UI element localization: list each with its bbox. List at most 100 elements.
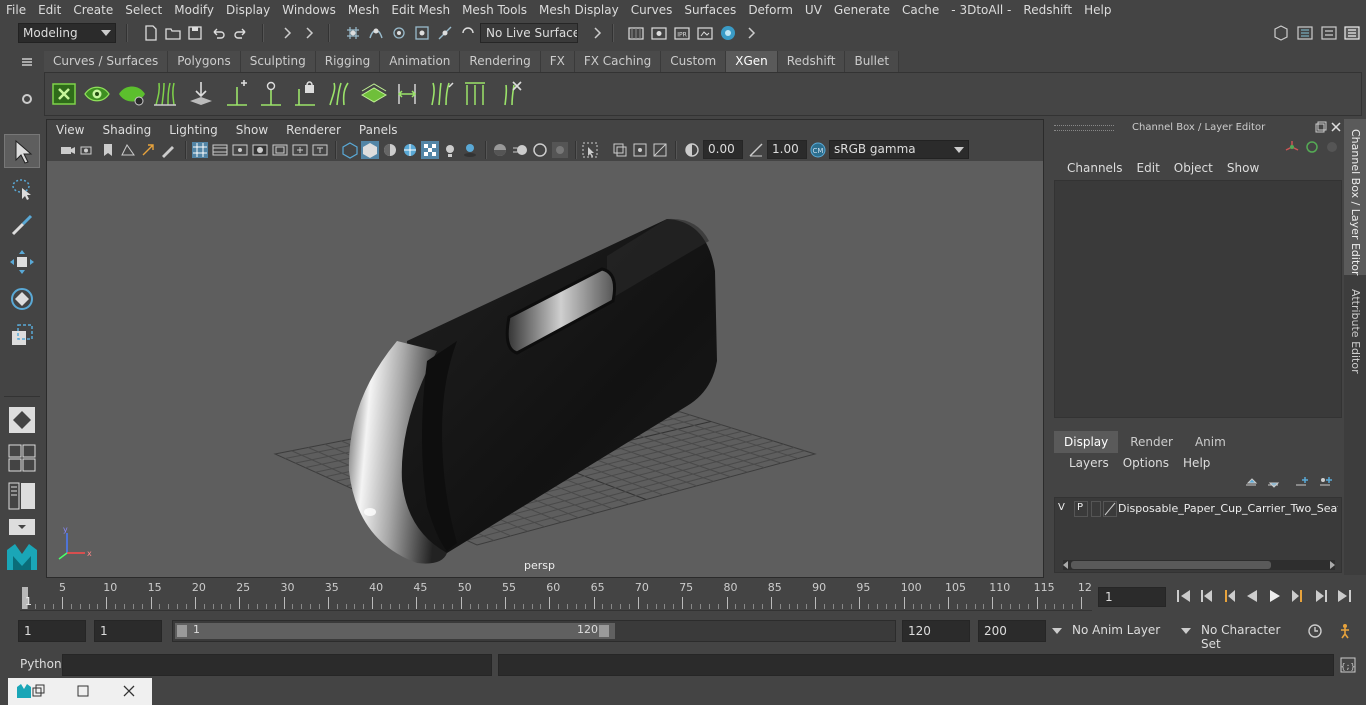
speed-icon[interactable] xyxy=(1304,139,1320,155)
panel-menu-item[interactable]: Shading xyxy=(93,123,160,137)
script-language-label[interactable]: Python xyxy=(20,657,62,671)
toggle-attribute-editor-icon[interactable] xyxy=(1296,24,1314,42)
rotate-tool-icon[interactable] xyxy=(9,286,35,312)
wireframe-icon[interactable] xyxy=(341,141,359,159)
layer-menu-item[interactable]: Layers xyxy=(1062,456,1116,470)
anti-aliasing-icon[interactable] xyxy=(531,141,549,159)
side-tab-attribute-editor[interactable]: Attribute Editor xyxy=(1349,289,1362,374)
redo-icon[interactable] xyxy=(232,24,250,42)
snap-view-plane-icon[interactable] xyxy=(413,24,431,42)
workspace-icon[interactable] xyxy=(1272,24,1290,42)
snap-live-icon[interactable] xyxy=(436,24,454,42)
menu-item[interactable]: Surfaces xyxy=(678,3,742,17)
layer-menu-item[interactable]: Options xyxy=(1116,456,1176,470)
menu-item[interactable]: Select xyxy=(119,3,168,17)
scale-tool-icon[interactable] xyxy=(9,322,35,348)
menu-item[interactable]: Mesh xyxy=(342,3,386,17)
layer-visibility-toggle[interactable]: V xyxy=(1058,502,1070,516)
menu-item[interactable]: Cache xyxy=(896,3,945,17)
xgen-add-guide-icon[interactable] xyxy=(223,79,251,109)
range-slider-handle-bar[interactable]: 1 120 xyxy=(175,623,615,639)
restore-window-icon[interactable] xyxy=(32,684,46,698)
shelf-tab[interactable]: XGen xyxy=(726,51,778,72)
outliner-layout-icon[interactable] xyxy=(8,518,36,536)
time-slider-track[interactable]: 5 10 15 20 25 30 35 40 45 50 55 60 65 70 75 80 85 90 95 100… xyxy=(20,579,1092,611)
exposure-icon[interactable] xyxy=(683,141,701,159)
snap-grid-icon[interactable] xyxy=(344,24,362,42)
select-camera-icon[interactable] xyxy=(59,141,77,159)
wireframe-on-shaded-icon[interactable] xyxy=(401,141,419,159)
open-scene-icon[interactable] xyxy=(164,24,182,42)
collapse-arrow-icon[interactable] xyxy=(300,24,318,42)
menu-item[interactable]: Windows xyxy=(276,3,342,17)
workspace-dropdown[interactable]: Modeling xyxy=(18,23,116,43)
field-chart-icon[interactable] xyxy=(271,141,289,159)
xgen-cut-guides-icon[interactable] xyxy=(495,79,523,109)
collapse-arrow-icon[interactable] xyxy=(742,24,760,42)
gamma-field[interactable]: 1.00 xyxy=(767,140,807,159)
layers-horizontal-scrollbar[interactable] xyxy=(1063,560,1335,570)
xgen-guide-sculpt-icon[interactable] xyxy=(359,79,389,109)
layer-reference-toggle[interactable] xyxy=(1091,501,1101,517)
animation-preferences-icon[interactable] xyxy=(1336,622,1354,640)
3d-view-canvas[interactable]: y x persp xyxy=(47,161,1043,577)
ipr-render-icon[interactable]: IPR xyxy=(673,24,691,42)
smooth-shade-icon[interactable] xyxy=(361,141,379,159)
xgen-guide-bend-icon[interactable] xyxy=(325,79,353,109)
play-backward-icon[interactable] xyxy=(1243,588,1261,604)
layer-color-swatch-icon[interactable] xyxy=(1103,501,1117,517)
xgen-guide-length-icon[interactable] xyxy=(393,79,421,109)
single-perspective-layout-icon[interactable] xyxy=(8,406,36,434)
undo-icon[interactable] xyxy=(209,24,227,42)
manipulator-icon[interactable] xyxy=(1284,139,1300,155)
menu-item[interactable]: Curves xyxy=(625,3,679,17)
safe-title-icon[interactable] xyxy=(311,141,329,159)
xray-active-components-icon[interactable] xyxy=(651,141,669,159)
time-slider[interactable]: 5 10 15 20 25 30 35 40 45 50 55 60 65 70 75 80 85 90 95 100… xyxy=(0,579,1366,615)
new-scene-icon[interactable] xyxy=(142,24,160,42)
camera-attributes-icon[interactable] xyxy=(79,141,97,159)
command-input[interactable] xyxy=(62,654,492,676)
layer-editor-tab[interactable]: Display xyxy=(1054,431,1119,453)
shelf-tab-menu-icon[interactable] xyxy=(20,55,34,69)
snap-curve-icon[interactable] xyxy=(367,24,385,42)
shelf-tab[interactable]: Rendering xyxy=(460,51,541,72)
menu-item[interactable]: Generate xyxy=(828,3,896,17)
step-back-key-icon[interactable] xyxy=(1198,588,1216,604)
render-settings-icon[interactable] xyxy=(627,24,645,42)
menu-item[interactable]: Mesh Tools xyxy=(456,3,533,17)
shelf-tab[interactable]: Rigging xyxy=(315,51,381,72)
character-set-arrow-icon[interactable] xyxy=(1181,628,1191,634)
channelbox-menu-item[interactable]: Channels xyxy=(1060,161,1130,175)
scrollbar-thumb[interactable] xyxy=(1071,561,1271,569)
xray-icon[interactable] xyxy=(611,141,629,159)
side-tab-channel-box[interactable]: Channel Box / Layer Editor xyxy=(1349,129,1362,276)
menu-item[interactable]: Redshift xyxy=(1017,3,1078,17)
persp-outliner-layout-icon[interactable] xyxy=(8,482,36,510)
hyperbolic-icon[interactable] xyxy=(1324,139,1340,155)
render-frame-icon[interactable] xyxy=(650,24,668,42)
panel-menu-item[interactable]: View xyxy=(47,123,93,137)
default-material-icon[interactable] xyxy=(381,141,399,159)
xgen-lock-guide-icon[interactable] xyxy=(291,79,319,109)
range-end-handle[interactable] xyxy=(599,625,609,637)
move-layer-down-icon[interactable] xyxy=(1266,475,1282,491)
shelf-tab[interactable]: Polygons xyxy=(168,51,241,72)
playback-end-field[interactable]: 120 xyxy=(902,620,970,642)
layer-menu-item[interactable]: Help xyxy=(1176,456,1217,470)
shelf-settings-gear-icon[interactable] xyxy=(20,92,34,106)
screen-space-ao-icon[interactable] xyxy=(491,141,509,159)
step-forward-key-icon[interactable] xyxy=(1312,588,1330,604)
panel-menu-item[interactable]: Panels xyxy=(350,123,407,137)
new-layer-icon[interactable] xyxy=(1294,475,1310,491)
motion-blur-icon[interactable] xyxy=(511,141,529,159)
panel-menu-item[interactable]: Show xyxy=(227,123,277,137)
shelf-tab[interactable]: FX xyxy=(540,51,575,72)
save-scene-icon[interactable] xyxy=(186,24,204,42)
shelf-tab[interactable]: Bullet xyxy=(845,51,900,72)
float-panel-icon[interactable] xyxy=(1315,121,1327,133)
xgen-create-description-icon[interactable] xyxy=(117,81,147,107)
anim-layer-arrow-icon[interactable] xyxy=(1052,628,1062,634)
toggle-channel-box-icon[interactable] xyxy=(1343,24,1361,42)
bookmark-icon[interactable] xyxy=(99,141,117,159)
